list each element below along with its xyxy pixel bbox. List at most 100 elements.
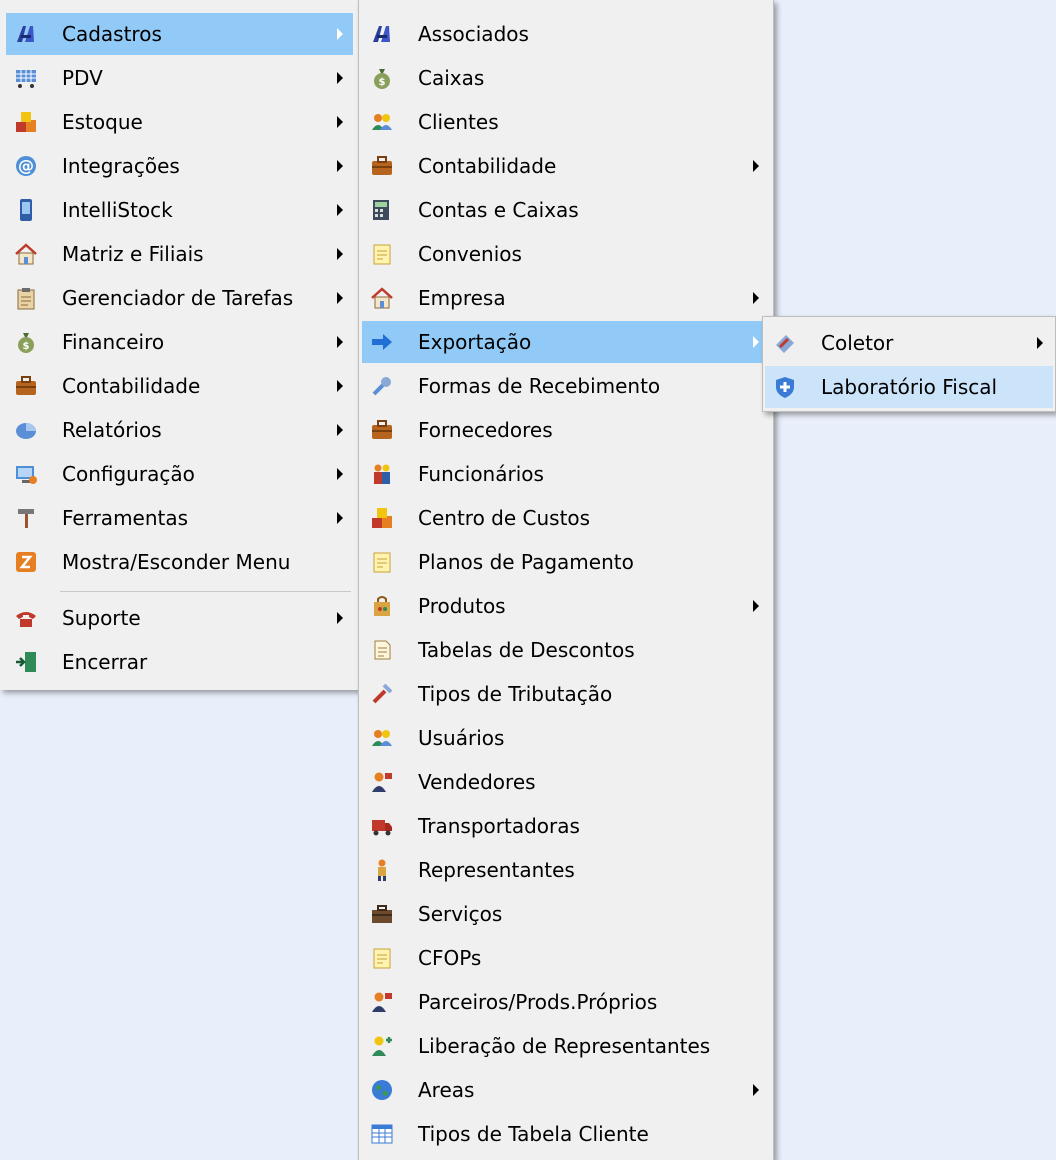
menu-item-gerenciador-de-tarefas[interactable]: Gerenciador de Tarefas — [6, 277, 353, 319]
menu-item-parceiros-prods-proprios[interactable]: Parceiros/Prods.Próprios — [362, 981, 769, 1023]
menu-item-label: Ferramentas — [62, 506, 189, 530]
salesperson-icon — [370, 770, 394, 794]
menu-item-planos-de-pagamento[interactable]: Planos de Pagamento — [362, 541, 769, 583]
money-bag-icon: $ — [14, 330, 38, 354]
menu-item-ferramentas[interactable]: Ferramentas — [6, 497, 353, 539]
hammer-icon — [14, 506, 38, 530]
menu-item-relatorios[interactable]: Relatórios — [6, 409, 353, 451]
menu-item-label: Parceiros/Prods.Próprios — [418, 990, 658, 1014]
menu-item-label: Empresa — [418, 286, 506, 310]
exit-door-icon — [14, 650, 38, 674]
menu-item-label: CFOPs — [418, 946, 482, 970]
submenu-arrow-icon — [753, 160, 759, 172]
menu-item-coletor[interactable]: Coletor — [765, 322, 1053, 364]
menu-item-representantes[interactable]: Representantes — [362, 849, 769, 891]
menu-item-label: Formas de Recebimento — [418, 374, 661, 398]
submenu-arrow-icon — [753, 600, 759, 612]
menu-item-label: Representantes — [418, 858, 575, 882]
menu-item-empresa[interactable]: Empresa — [362, 277, 769, 319]
menu-item-fornecedores[interactable]: Fornecedores — [362, 409, 769, 451]
menu-item-tabelas-de-descontos[interactable]: Tabelas de Descontos — [362, 629, 769, 671]
menu-item-mostra-esconder-menu[interactable]: Mostra/Esconder Menu — [6, 541, 353, 583]
menu-item-associados[interactable]: Associados — [362, 13, 769, 55]
submenu-arrow-icon — [337, 424, 343, 436]
menu-item-intellistock[interactable]: IntelliStock — [6, 189, 353, 231]
menu-item-label: Associados — [418, 22, 529, 46]
menu-item-exportacao[interactable]: Exportação — [362, 321, 769, 363]
toolbox-icon — [370, 902, 394, 926]
submenu-arrow-icon — [753, 1084, 759, 1096]
menu-item-financeiro[interactable]: $ Financeiro — [6, 321, 353, 363]
menu-item-contabilidade[interactable]: Contabilidade — [362, 145, 769, 187]
scanner-icon — [773, 331, 797, 355]
menu-item-transportadoras[interactable]: Transportadoras — [362, 805, 769, 847]
users-icon — [370, 110, 394, 134]
menu-item-tipos-de-tributacao[interactable]: Tipos de Tributação — [362, 673, 769, 715]
boxes-icon — [370, 506, 394, 530]
menu-item-label: Usuários — [418, 726, 505, 750]
menu-item-formas-de-recebimento[interactable]: Formas de Recebimento — [362, 365, 769, 407]
submenu-arrow-icon — [753, 336, 759, 348]
menu-item-integracoes[interactable]: @ Integrações — [6, 145, 353, 187]
menu-item-cfops[interactable]: CFOPs — [362, 937, 769, 979]
menu-item-label: Tipos de Tributação — [418, 682, 613, 706]
menu-item-configuracao[interactable]: Configuração — [6, 453, 353, 495]
submenu-arrow-icon — [337, 336, 343, 348]
menu-item-funcionarios[interactable]: Funcionários — [362, 453, 769, 495]
menu-item-label: Caixas — [418, 66, 485, 90]
submenu-arrow-icon — [337, 292, 343, 304]
shopping-bag-icon — [370, 594, 394, 618]
menu-item-label: Mostra/Esconder Menu — [62, 550, 291, 574]
menu-item-produtos[interactable]: Produtos — [362, 585, 769, 627]
submenu-arrow-icon — [337, 248, 343, 260]
menu-item-label: Gerenciador de Tarefas — [62, 286, 294, 310]
menu-item-label: Liberação de Representantes — [418, 1034, 711, 1058]
wrench-icon — [370, 374, 394, 398]
document-icon — [370, 638, 394, 662]
menu-item-label: Serviços — [418, 902, 503, 926]
submenu-arrow-icon — [337, 380, 343, 392]
binoculars-icon — [14, 22, 38, 46]
menu-item-cadastros[interactable]: Cadastros — [6, 13, 353, 55]
submenu-arrow-icon — [337, 28, 343, 40]
menu-item-caixas[interactable]: $ Caixas — [362, 57, 769, 99]
menu-item-vendedores[interactable]: Vendedores — [362, 761, 769, 803]
menu-item-label: Vendedores — [418, 770, 536, 794]
menu-item-tipos-de-tabela-cliente[interactable]: Tipos de Tabela Cliente — [362, 1113, 769, 1155]
menu-item-matriz-e-filiais[interactable]: Matriz e Filiais — [6, 233, 353, 275]
at-sign-icon: @ — [14, 154, 38, 178]
menu-item-usuarios[interactable]: Usuários — [362, 717, 769, 759]
menu-item-label: Contas e Caixas — [418, 198, 579, 222]
menu-item-pdv[interactable]: PDV — [6, 57, 353, 99]
menu-item-label: Clientes — [418, 110, 499, 134]
toggle-menu-icon — [14, 550, 38, 574]
menu-item-contas-e-caixas[interactable]: Contas e Caixas — [362, 189, 769, 231]
boxes-icon — [14, 110, 38, 134]
cadastros-submenu: Associados $ Caixas Clientes Contabilidade Co… — [358, 0, 774, 1160]
menu-item-contabilidade[interactable]: Contabilidade — [6, 365, 353, 407]
pie-chart-icon — [14, 418, 38, 442]
menu-item-servicos[interactable]: Serviços — [362, 893, 769, 935]
menu-item-convenios[interactable]: Convenios — [362, 233, 769, 275]
device-icon — [14, 198, 38, 222]
menu-item-encerrar[interactable]: Encerrar — [6, 641, 353, 683]
menu-item-label: Exportação — [418, 330, 532, 354]
exportacao-submenu: Coletor Laboratório Fiscal — [762, 316, 1056, 412]
menu-item-liberacao-de-representantes[interactable]: Liberação de Representantes — [362, 1025, 769, 1067]
calculator-icon — [370, 198, 394, 222]
menu-item-areas[interactable]: Areas — [362, 1069, 769, 1111]
menu-item-label: Relatórios — [62, 418, 162, 442]
menu-item-clientes[interactable]: Clientes — [362, 101, 769, 143]
menu-separator — [60, 591, 351, 592]
submenu-arrow-icon — [337, 72, 343, 84]
menu-item-centro-de-custos[interactable]: Centro de Custos — [362, 497, 769, 539]
menu-item-laboratorio-fiscal[interactable]: Laboratório Fiscal — [765, 366, 1053, 408]
notepad-icon — [370, 242, 394, 266]
menu-item-estoque[interactable]: Estoque — [6, 101, 353, 143]
menu-item-suporte[interactable]: Suporte — [6, 597, 353, 639]
table-icon — [370, 1122, 394, 1146]
svg-text:$: $ — [23, 341, 30, 352]
menu-item-label: Produtos — [418, 594, 506, 618]
cart-icon — [14, 66, 38, 90]
submenu-arrow-icon — [337, 116, 343, 128]
